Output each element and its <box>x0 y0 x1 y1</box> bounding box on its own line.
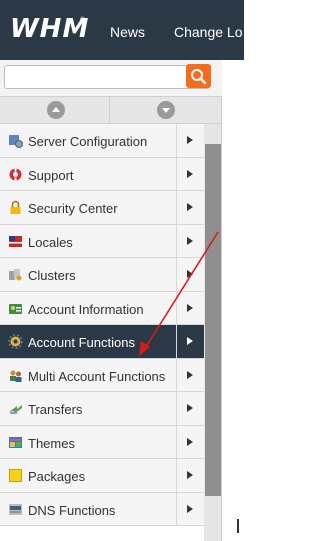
dns-icon <box>8 502 23 517</box>
sidebar-item-label: DNS Functions <box>28 502 116 518</box>
sidebar-item-label: Account Functions <box>28 335 135 350</box>
sidebar-item-clusters[interactable]: Clusters <box>0 258 204 292</box>
server-config-icon <box>8 133 23 148</box>
sidebar-item-label: Support <box>28 167 74 183</box>
package-icon <box>8 468 23 483</box>
sidebar-item-label: Server Configuration <box>28 134 148 149</box>
sidebar-item-multi-account-functions[interactable]: Multi Account Functions <box>0 358 204 392</box>
collapse-down-icon <box>157 101 175 119</box>
expand-arrow-icon[interactable] <box>176 358 204 391</box>
expand-arrow-icon[interactable] <box>176 425 204 458</box>
transfers-icon <box>8 401 23 416</box>
expand-arrow-icon[interactable] <box>176 392 204 425</box>
sidebar-item-label: Locales <box>28 234 73 250</box>
expand-arrow-icon[interactable] <box>176 258 204 291</box>
expand-arrow-icon[interactable] <box>176 224 204 257</box>
sidebar-item-support[interactable]: Support <box>0 157 204 191</box>
sidebar-menu: Server Configuration Support Security Ce… <box>0 124 204 526</box>
multi-account-icon <box>8 368 23 383</box>
sidebar-item-label: Themes <box>28 435 75 451</box>
expand-collapse-bar <box>0 96 222 124</box>
expand-arrow-icon[interactable] <box>176 325 204 358</box>
sidebar-item-label: Security Center <box>28 201 118 216</box>
lifebuoy-icon <box>8 167 23 182</box>
registered-mark: ® <box>80 17 86 24</box>
main-content-area <box>222 60 244 541</box>
top-bar: WHM ® News Change Lo <box>0 0 244 60</box>
sidebar-item-transfers[interactable]: Transfers <box>0 392 204 426</box>
flag-icon <box>8 234 23 249</box>
expand-all-button[interactable] <box>0 97 110 123</box>
account-functions-icon <box>8 334 23 349</box>
sidebar-item-label: Account Information <box>28 301 144 317</box>
sidebar-item-dns-functions[interactable]: DNS Functions <box>0 492 204 526</box>
sidebar-item-label: Transfers <box>28 402 83 417</box>
whm-logo[interactable]: WHM <box>10 14 89 44</box>
lock-icon <box>8 200 23 215</box>
sidebar-item-locales[interactable]: Locales <box>0 224 204 258</box>
expand-arrow-icon[interactable] <box>176 492 204 525</box>
sidebar-item-packages[interactable]: Packages <box>0 459 204 493</box>
nav-news-link[interactable]: News <box>110 24 145 40</box>
sidebar-item-label: Clusters <box>28 268 76 283</box>
text-cursor-mark <box>237 519 239 533</box>
account-info-icon <box>8 301 23 316</box>
sidebar-item-security-center[interactable]: Security Center <box>0 191 204 225</box>
expand-arrow-icon[interactable] <box>176 459 204 492</box>
expand-arrow-icon[interactable] <box>176 291 204 324</box>
clusters-icon <box>8 267 23 282</box>
sidebar-item-themes[interactable]: Themes <box>0 425 204 459</box>
search-icon <box>191 69 207 85</box>
themes-icon <box>8 435 23 450</box>
search-button[interactable] <box>186 64 211 88</box>
expand-arrow-icon[interactable] <box>176 191 204 224</box>
search-input[interactable] <box>4 65 210 89</box>
sidebar-item-account-information[interactable]: Account Information <box>0 291 204 325</box>
collapse-all-button[interactable] <box>110 97 219 123</box>
expand-arrow-icon[interactable] <box>176 124 204 157</box>
expand-arrow-icon[interactable] <box>176 157 204 190</box>
expand-up-icon <box>47 101 65 119</box>
sidebar-scrollbar-thumb[interactable] <box>205 144 221 496</box>
sidebar-item-server-configuration[interactable]: Server Configuration <box>0 124 204 158</box>
nav-change-log-link[interactable]: Change Lo <box>174 24 243 40</box>
sidebar-item-label: Multi Account Functions <box>28 368 166 384</box>
sidebar-item-label: Packages <box>28 469 86 484</box>
sidebar-item-account-functions[interactable]: Account Functions <box>0 325 204 359</box>
